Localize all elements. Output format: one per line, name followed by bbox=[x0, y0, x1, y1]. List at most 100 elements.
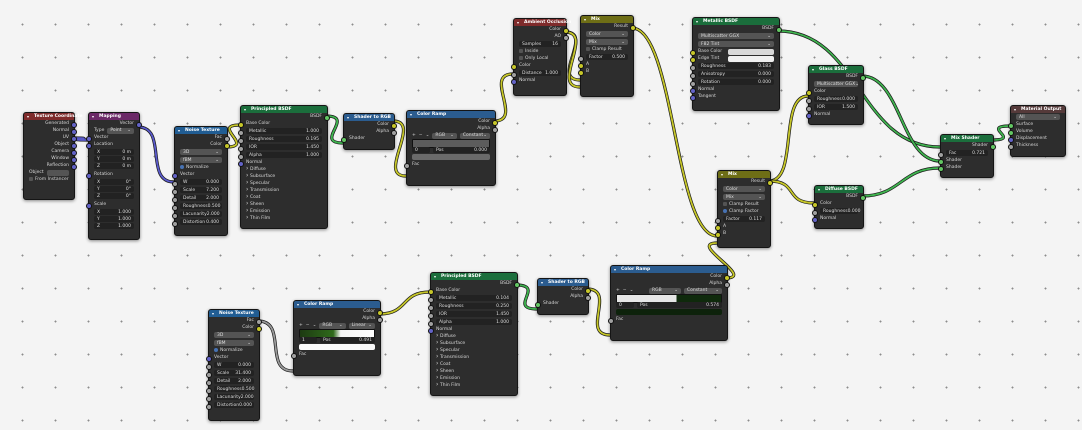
ambient-occlusion-node[interactable]: Ambient Occlusion Color AO Samples16 Ins… bbox=[511, 18, 571, 96]
socket-icon[interactable] bbox=[812, 201, 818, 208]
distribution-dropdown[interactable]: Multiscatter GGX ⌄ bbox=[698, 33, 774, 39]
socket-icon[interactable] bbox=[428, 296, 434, 303]
stop-color-row[interactable] bbox=[294, 344, 380, 351]
checkbox-icon[interactable] bbox=[723, 209, 727, 213]
field-distortion[interactable]: Distortion 0.000 bbox=[206, 402, 259, 410]
socket-icon[interactable] bbox=[578, 69, 584, 76]
socket-icon[interactable] bbox=[428, 312, 434, 319]
socket-icon[interactable] bbox=[860, 74, 866, 81]
interpolation-dropdown[interactable]: Constant ⌄ bbox=[684, 287, 722, 294]
scale-fields[interactable]: X 1.000 Y 1.000 Z 1.000 bbox=[89, 209, 139, 231]
dimensions-row[interactable]: 3D ⌄ bbox=[209, 332, 259, 339]
node-link[interactable] bbox=[861, 167, 941, 197]
glass-bsdf-node[interactable]: Glass BSDF BSDF Multiscatter GGX⌄ Color … bbox=[806, 65, 866, 125]
field-w[interactable]: W 0.000 bbox=[172, 179, 227, 187]
normalize-row[interactable]: Normalize bbox=[175, 164, 227, 171]
ramp-controls[interactable]: + − ⌄ RGB ⌄ Constant ⌄ bbox=[611, 287, 727, 294]
field-lacunarity[interactable]: Lacunarity 2.000 bbox=[206, 394, 259, 402]
node-link[interactable] bbox=[768, 180, 815, 204]
socket-icon[interactable] bbox=[690, 72, 696, 79]
rot-z[interactable]: Z 0° bbox=[94, 193, 134, 199]
color-mode-dropdown[interactable]: RGB ⌄ bbox=[649, 287, 681, 294]
stop-color-swatch[interactable] bbox=[299, 344, 375, 350]
distribution-dropdown[interactable]: Multiscatter GGX ⌄ bbox=[814, 81, 859, 87]
stop-color-row[interactable] bbox=[611, 309, 727, 316]
socket-icon[interactable] bbox=[608, 317, 614, 324]
stop-color-row[interactable] bbox=[407, 154, 495, 161]
stop-color-swatch[interactable] bbox=[616, 309, 722, 315]
stop-color-swatch[interactable] bbox=[412, 154, 490, 160]
noise-texture-node[interactable]: Noise Texture Fac Color 3D⌄ fBM⌄ Normali… bbox=[206, 309, 262, 421]
clamp-result-row[interactable]: Clamp Result bbox=[581, 46, 633, 53]
node-editor-canvas[interactable]: Texture Coordinate Generated Normal UV O… bbox=[0, 0, 1082, 430]
distribution-row[interactable]: Multiscatter GGX ⌄ bbox=[809, 81, 863, 88]
ramp-controls[interactable]: + − ⌄ RGB ⌄ Linear ⌄ bbox=[294, 322, 380, 329]
stop-index-field[interactable]: 0 bbox=[412, 147, 430, 153]
socket-icon[interactable] bbox=[428, 288, 434, 295]
rot-y[interactable]: Y 0° bbox=[94, 186, 134, 192]
socket-icon[interactable] bbox=[776, 26, 782, 33]
type-row[interactable]: Type Point ⌄ bbox=[89, 127, 139, 134]
field-rotation[interactable]: Rotation 0.000 bbox=[690, 79, 779, 87]
socket-icon[interactable] bbox=[172, 172, 178, 179]
field-roughness[interactable]: Roughness 0.000 bbox=[806, 96, 863, 104]
field-ior[interactable]: IOR 1.450 bbox=[428, 311, 517, 319]
gradient-row[interactable] bbox=[407, 139, 495, 148]
socket-icon[interactable] bbox=[291, 352, 297, 359]
position-field[interactable]: Pos 0.574 bbox=[637, 302, 722, 308]
panel-subsurface[interactable]: Subsurface bbox=[431, 339, 517, 347]
stop-index-field[interactable]: 1 bbox=[299, 337, 317, 343]
object-row[interactable]: Object bbox=[24, 169, 74, 176]
checkbox-icon[interactable] bbox=[723, 202, 727, 206]
socket-icon[interactable] bbox=[224, 142, 230, 149]
socket-icon[interactable] bbox=[172, 196, 178, 203]
socket-icon[interactable] bbox=[172, 204, 178, 211]
socket-icon[interactable] bbox=[806, 112, 812, 119]
field-distortion[interactable]: Distortion 0.400 bbox=[172, 219, 227, 227]
socket-icon[interactable] bbox=[404, 162, 410, 169]
socket-icon[interactable] bbox=[256, 325, 262, 332]
field-alpha[interactable]: Alpha 1.000 bbox=[428, 319, 517, 327]
node-link[interactable] bbox=[378, 291, 431, 315]
shader-to-rgb-node[interactable]: Shader to RGB Color Alpha Shader bbox=[535, 278, 591, 315]
dimensions-dropdown[interactable]: 3D ⌄ bbox=[180, 149, 222, 155]
color-ramp-node[interactable]: Color Ramp Color Alpha +−⌄RGB⌄Constant⌄ … bbox=[608, 265, 730, 341]
panel-diffuse[interactable]: Diffuse bbox=[241, 165, 327, 173]
socket-icon[interactable] bbox=[206, 371, 212, 378]
field-roughness[interactable]: Roughness 0.500 bbox=[206, 386, 259, 394]
color-ramp-node[interactable]: Color Ramp Color Alpha +−⌄RGB⌄Constant⌄ … bbox=[404, 110, 498, 186]
panel-coat[interactable]: Coat bbox=[241, 193, 327, 201]
add-icon[interactable]: + bbox=[299, 322, 303, 329]
samples-row[interactable]: Samples 16 bbox=[514, 41, 566, 48]
panel-diffuse[interactable]: Diffuse bbox=[431, 332, 517, 340]
field-roughness[interactable]: Roughness 0.500 bbox=[172, 203, 227, 211]
panel-sheen[interactable]: Sheen bbox=[431, 367, 517, 375]
socket-icon[interactable] bbox=[206, 379, 212, 386]
socket-icon[interactable] bbox=[206, 355, 212, 362]
blend-dropdown[interactable]: Mix ⌄ bbox=[723, 194, 765, 200]
type-dropdown[interactable]: Point ⌄ bbox=[107, 127, 134, 134]
from-instancer-row[interactable]: From Instancer bbox=[24, 176, 74, 183]
dimensions-dropdown[interactable]: 3D ⌄ bbox=[214, 332, 254, 338]
blend-dropdown[interactable]: Mix ⌄ bbox=[586, 39, 628, 45]
field-w[interactable]: W 0.000 bbox=[206, 362, 259, 370]
diffuse-bsdf-node[interactable]: Diffuse BSDF BSDF Color Roughness0.000 N… bbox=[812, 185, 866, 229]
color-ramp-node[interactable]: Color Ramp Color Alpha +−⌄RGB⌄Linear⌄ 1P… bbox=[291, 300, 383, 376]
checkbox-icon[interactable] bbox=[29, 177, 33, 181]
socket-icon[interactable] bbox=[206, 387, 212, 394]
field-ior[interactable]: IOR 1.450 bbox=[238, 144, 327, 152]
data-type-dropdown[interactable]: Color ⌄ bbox=[723, 186, 765, 192]
socket-icon[interactable] bbox=[206, 395, 212, 402]
position-field[interactable]: Pos 0.000 bbox=[433, 147, 490, 153]
remove-icon[interactable]: − bbox=[419, 132, 423, 139]
clamp-factor-row[interactable]: Clamp Factor bbox=[718, 208, 770, 215]
checkbox-icon[interactable] bbox=[519, 49, 523, 53]
dimensions-row[interactable]: 3D ⌄ bbox=[175, 149, 227, 156]
loc-x[interactable]: X0 m bbox=[94, 149, 134, 155]
field-roughness[interactable]: Roughness 0.183 bbox=[690, 63, 779, 71]
checkbox-icon[interactable] bbox=[180, 165, 184, 169]
base-color-row[interactable]: Base Color bbox=[690, 48, 779, 56]
socket-icon[interactable] bbox=[172, 180, 178, 187]
remove-icon[interactable]: − bbox=[623, 287, 627, 294]
socket-icon[interactable] bbox=[511, 63, 517, 70]
